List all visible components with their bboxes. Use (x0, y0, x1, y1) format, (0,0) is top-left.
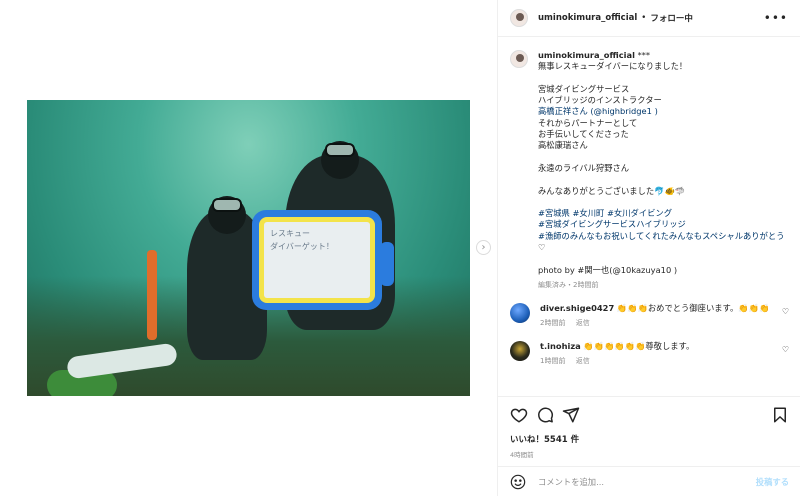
comment-time[interactable]: 2時間前 (540, 319, 565, 327)
post-side-panel: uminokimura_official • フォロー中 ••• uminoki… (497, 0, 800, 496)
separator-dot: • (641, 13, 647, 23)
comment-icon[interactable] (536, 406, 554, 424)
comment-item: t.inohiza 👏👏👏👏👏👏尊敬します。 1時間前 返信 ♡ (510, 341, 789, 367)
action-icons (510, 405, 789, 425)
comment-username[interactable]: t.inohiza (540, 341, 581, 351)
comment-item: diver.shige0427 👏👏👏おめでとう御座います。👏👏👏 2時間前 返… (510, 303, 789, 329)
caption-hashtag-line[interactable]: #漁師のみんなもお祝いしてくれたみんなもスペシャルありがとう (538, 231, 789, 242)
caption-line: 永遠のライバル狩野さん (538, 162, 630, 173)
comment-text: 👏👏👏👏👏👏尊敬します。 (583, 341, 695, 352)
board-screen: レスキュー ダイバーゲット！ (264, 222, 370, 298)
header-username[interactable]: uminokimura_official (538, 13, 637, 23)
caption: uminokimura_official *** 無事レスキューダイバーになりま… (510, 50, 789, 291)
caption-line: ハイブリッジのインストラクター (538, 95, 662, 106)
caption-line (538, 197, 789, 208)
diver-left-mask (212, 198, 242, 212)
bookmark-icon[interactable] (771, 406, 789, 424)
caption-mention-line[interactable]: 高橋正祥さん (@highbridge1 ) (538, 106, 789, 117)
post-header: uminokimura_official • フォロー中 ••• (498, 0, 800, 37)
caption-line (538, 152, 789, 163)
comment-like-heart-icon[interactable]: ♡ (782, 345, 789, 354)
comment-body: t.inohiza 👏👏👏👏👏👏尊敬します。 1時間前 返信 (540, 341, 776, 367)
caption-line: ♡ (538, 242, 546, 253)
emoji-icon[interactable] (510, 474, 526, 490)
drawing-board: レスキュー ダイバーゲット！ (252, 210, 394, 310)
caption-line (538, 253, 789, 264)
board-line-2: ダイバーゲット！ (270, 241, 334, 251)
air-tank (147, 250, 157, 340)
more-horizontal-icon[interactable]: ••• (764, 11, 788, 25)
board-handle (380, 242, 394, 286)
caption-username[interactable]: uminokimura_official (538, 50, 635, 60)
caption-photo-credit[interactable]: photo by #関一也(@10kazuya10 ) (538, 265, 789, 276)
heart-icon[interactable] (510, 406, 528, 424)
commenter-avatar[interactable] (510, 303, 530, 324)
caption-line (538, 73, 789, 84)
post-timestamp[interactable]: 4時間前 (510, 449, 789, 459)
board-frame: レスキュー ダイバーゲット！ (259, 217, 375, 303)
comment-like-heart-icon[interactable]: ♡ (782, 307, 789, 316)
comment-meta: 2時間前 返信 (540, 318, 776, 329)
add-comment-bar: 投稿する (498, 466, 800, 496)
caption-line: 宮城ダイビングサービス (538, 83, 630, 94)
comment-body: diver.shige0427 👏👏👏おめでとう御座います。👏👏👏 2時間前 返… (540, 303, 776, 329)
comment-username[interactable]: diver.shige0427 (540, 303, 614, 313)
caption-first-line: uminokimura_official *** (538, 50, 789, 61)
likes-count[interactable]: いいね！5541 件 (510, 433, 789, 445)
caption-hashtag-line[interactable]: #宮城ダイビングサービスハイブリッジ (538, 219, 789, 230)
caption-line: それからパートナーとして (538, 117, 638, 128)
post-media: レスキュー ダイバーゲット！ › (0, 0, 497, 496)
caption-avatar[interactable] (510, 50, 528, 68)
caption-line: みんなありがとうございました🐬🐠🦈 (538, 185, 686, 196)
diver-left-head (208, 196, 246, 234)
diver-right-mask (325, 143, 355, 157)
diver-right-head (321, 141, 359, 179)
next-arrow-icon[interactable]: › (476, 240, 491, 255)
comment-text: 👏👏👏おめでとう御座います。👏👏👏 (616, 303, 770, 314)
share-icon[interactable] (562, 406, 580, 424)
comment-meta: 1時間前 返信 (540, 356, 776, 367)
post-button[interactable]: 投稿する (756, 476, 789, 488)
caption-line: お手伝いしてくださった (538, 129, 629, 140)
caption-suffix: *** (637, 50, 651, 60)
commenter-avatar[interactable] (510, 341, 530, 362)
comments-section: uminokimura_official *** 無事レスキューダイバーになりま… (498, 38, 800, 396)
caption-meta: 編集済み・2時間前 (538, 280, 599, 289)
board-line-1: レスキュー (270, 229, 310, 238)
caption-line: 高松康瑞さん (538, 140, 588, 151)
following-button[interactable]: フォロー中 (650, 12, 693, 24)
reply-button[interactable]: 返信 (576, 357, 590, 365)
caption-hashtag-line[interactable]: #宮城県 #女川町 #女川ダイビング (538, 208, 789, 219)
caption-line (538, 174, 789, 185)
caption-line: 無事レスキューダイバーになりました！ (538, 61, 688, 72)
comment-time[interactable]: 1時間前 (540, 357, 565, 365)
comment-input[interactable] (538, 476, 756, 487)
post-photo[interactable]: レスキュー ダイバーゲット！ (27, 100, 470, 396)
reply-button[interactable]: 返信 (576, 319, 590, 327)
avatar[interactable] (510, 9, 528, 27)
caption-body: uminokimura_official *** 無事レスキューダイバーになりま… (538, 50, 789, 291)
post-actions: いいね！5541 件 4時間前 (498, 396, 800, 466)
